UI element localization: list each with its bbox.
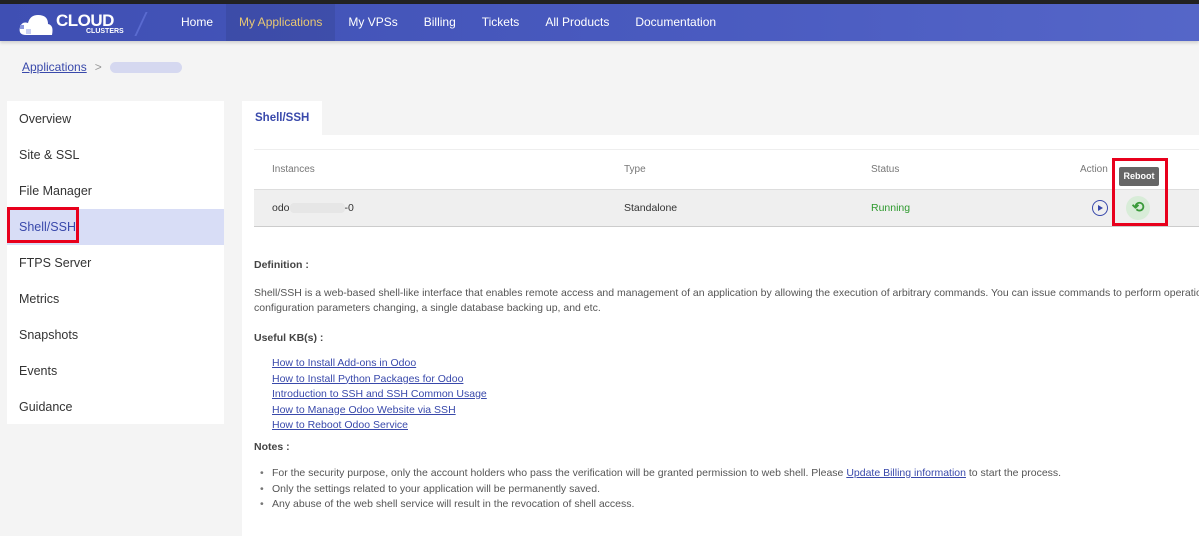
nav-all-products[interactable]: All Products [532,4,622,41]
definition-text: Shell/SSH is a web-based shell-like inte… [254,286,1199,315]
logo-subtext: CLUSTERS [86,28,124,35]
sidebar-item-snapshots[interactable]: Snapshots [7,317,224,353]
breadcrumb: Applications > [22,60,182,74]
highlight-box [7,207,79,243]
breadcrumb-separator: > [94,60,102,74]
col-instances: Instances [272,164,315,175]
notes-list: For the security purpose, only the accou… [260,466,1199,513]
logo[interactable]: CLOUD CLUSTERS [14,9,124,37]
kb-link[interactable]: How to Reboot Odoo Service [272,419,408,431]
kb-link[interactable]: How to Install Python Packages for Odoo [272,373,463,385]
col-action: Action [1080,164,1108,175]
main-menu: Home My Applications My VPSs Billing Tic… [168,4,729,41]
sidebar-item-file-manager[interactable]: File Manager [7,173,224,209]
description: Definition : Shell/SSH is a web-based sh… [254,258,1199,519]
note-item: For the security purpose, only the accou… [260,466,1199,482]
nav-documentation[interactable]: Documentation [622,4,729,41]
main-panel: Shell/SSH Instances Type Status Action o… [242,101,1199,536]
nav-my-applications[interactable]: My Applications [226,4,336,41]
sidebar-item-events[interactable]: Events [7,353,224,389]
table-header: Instances Type Status Action [254,149,1199,189]
play-icon[interactable] [1092,200,1108,216]
nav-home[interactable]: Home [168,4,226,41]
cloud-logo-icon [19,15,53,35]
breadcrumb-applications[interactable]: Applications [22,60,87,74]
sidebar: Overview Site & SSL File Manager Shell/S… [7,101,224,424]
col-status: Status [871,164,900,175]
sidebar-item-metrics[interactable]: Metrics [7,281,224,317]
note-item: Any abuse of the web shell service will … [260,497,1199,513]
table-row: odo -0 Standalone Running ⟲ [254,189,1199,226]
kb-link[interactable]: How to Manage Odoo Website via SSH [272,404,456,416]
divider [134,12,148,36]
nav-my-vpss[interactable]: My VPSs [335,4,410,41]
col-type: Type [624,164,646,175]
tab-shell-ssh[interactable]: Shell/SSH [242,101,323,135]
nav-tickets[interactable]: Tickets [469,4,533,41]
kb-list: How to Install Add-ons in Odoo How to In… [260,356,1199,434]
instance-name: odo -0 [272,202,354,214]
top-nav: CLOUD CLUSTERS Home My Applications My V… [0,4,1199,41]
nav-billing[interactable]: Billing [411,4,469,41]
kb-heading: Useful KB(s) : [254,331,324,344]
definition-heading: Definition : [254,259,309,271]
instances-table: Instances Type Status Action odo -0 Stand… [254,149,1199,227]
instance-type: Standalone [624,202,678,214]
update-billing-link[interactable]: Update Billing information [846,467,966,479]
highlight-box [1112,158,1168,226]
sidebar-item-guidance[interactable]: Guidance [7,389,224,425]
note-item: Only the settings related to your applic… [260,482,1199,498]
tab-bar: Shell/SSH [242,101,1199,135]
sidebar-item-site-ssl[interactable]: Site & SSL [7,137,224,173]
kb-link[interactable]: How to Install Add-ons in Odoo [272,357,416,369]
kb-link[interactable]: Introduction to SSH and SSH Common Usage [272,388,487,400]
status-badge: Running [871,202,911,214]
notes-heading: Notes : [254,440,290,453]
redacted-app-name [109,62,182,74]
sidebar-item-overview[interactable]: Overview [7,101,224,137]
sidebar-item-ftps-server[interactable]: FTPS Server [7,245,224,281]
